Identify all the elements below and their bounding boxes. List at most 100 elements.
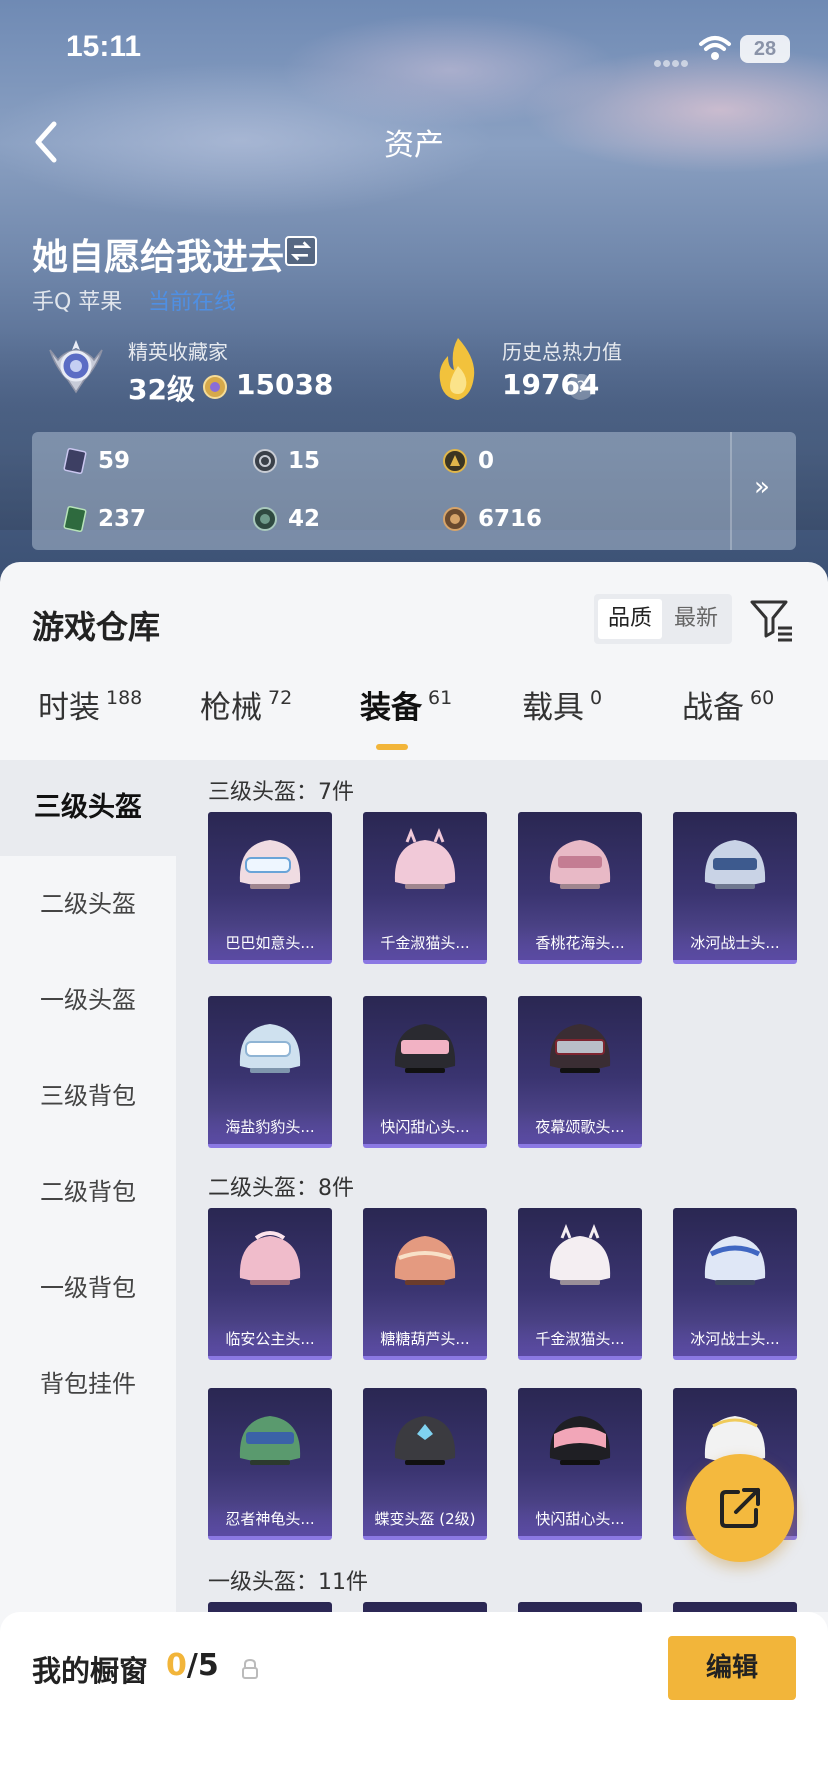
item-name: 临安公主头... <box>208 1322 332 1356</box>
resource-value: 237 <box>98 506 147 532</box>
item-card[interactable]: 快闪甜心头... <box>363 996 487 1148</box>
helmet-icon <box>549 1416 611 1465</box>
tab-count: 61 <box>428 687 453 709</box>
item-card[interactable]: 夜幕颂歌头... <box>518 996 642 1148</box>
gray-ring-coin-icon <box>253 449 277 473</box>
sidebar-item-lvl3-backpack[interactable]: 三级背包 <box>0 1048 176 1144</box>
active-tab-indicator <box>376 744 408 750</box>
item-card[interactable]: 临安公主头... <box>208 1208 332 1360</box>
item-name: 海盐豹豹头... <box>208 1110 332 1144</box>
item-name: 快闪甜心头... <box>363 1110 487 1144</box>
green-orb-icon <box>253 507 277 531</box>
resource-value: 6716 <box>478 506 543 532</box>
flame-icon <box>439 338 475 400</box>
help-icon[interactable]: ? <box>568 374 594 400</box>
sort-toggle: 品质 最新 <box>594 594 732 644</box>
showcase-total: /5 <box>186 1648 219 1683</box>
lock-icon <box>242 1658 258 1679</box>
helmet-icon <box>549 1224 611 1285</box>
helmet-icon <box>394 828 456 889</box>
item-card[interactable]: 冰河战士头... <box>673 1208 797 1360</box>
green-card-icon <box>63 506 87 532</box>
item-card[interactable] <box>208 1602 332 1612</box>
helmet-icon <box>239 840 301 889</box>
item-name: 巴巴如意头... <box>208 926 332 960</box>
item-card[interactable]: 忍者神龟头... <box>208 1388 332 1540</box>
sidebar-item-lvl2-backpack[interactable]: 二级背包 <box>0 1144 176 1240</box>
sidebar-item-lvl1-helmet[interactable]: 一级头盔 <box>0 952 176 1048</box>
helmet-icon <box>239 1024 301 1073</box>
rank-coins: 15038 <box>236 368 334 401</box>
sidebar-item-lvl2-helmet[interactable]: 二级头盔 <box>0 856 176 952</box>
section-title-lvl3: 三级头盔：7件 <box>208 780 354 805</box>
item-card[interactable] <box>518 1602 642 1612</box>
sort-quality-button[interactable]: 品质 <box>598 599 662 639</box>
tab-label: 装备 <box>360 690 422 726</box>
item-name: 冰河战士头... <box>673 1322 797 1356</box>
tab-supplies[interactable]: 战备 60 <box>682 682 774 752</box>
resource-more-button[interactable]: » <box>732 432 796 550</box>
item-name: 千金淑猫头... <box>363 926 487 960</box>
tab-equipment[interactable]: 装备 61 <box>360 682 452 752</box>
tab-count: 0 <box>590 687 603 709</box>
gold-ring-coin-icon <box>443 449 467 473</box>
helmet-icon <box>704 1236 766 1285</box>
tab-count: 72 <box>268 687 293 709</box>
rank-title: 精英收藏家 <box>128 340 228 364</box>
item-name: 蝶变头盔 (2级) <box>363 1502 487 1536</box>
item-card[interactable]: 冰河战士头... <box>673 812 797 964</box>
item-card[interactable]: 千金淑猫头... <box>363 812 487 964</box>
section-title-lvl1: 一级头盔：11件 <box>208 1570 368 1595</box>
edit-button[interactable]: 编辑 <box>668 1636 796 1700</box>
rank-badge-icon <box>49 340 103 394</box>
item-card[interactable]: 糖糖葫芦头... <box>363 1208 487 1360</box>
helmet-icon <box>239 1416 301 1465</box>
tab-fashion[interactable]: 时装 188 <box>38 682 142 752</box>
battery-indicator: 28 <box>740 35 790 63</box>
helmet-icon <box>239 1231 301 1285</box>
helmet-icon <box>704 840 766 889</box>
warehouse-sheet: 游戏仓库 品质 最新 时装 188 枪械 72 装备 61 载具 0 战备 60 三级头盔… <box>0 562 828 1792</box>
item-card[interactable]: 蝶变头盔 (2级) <box>363 1388 487 1540</box>
switch-account-icon[interactable] <box>285 236 317 266</box>
item-name: 香桃花海头... <box>518 926 642 960</box>
sidebar-item-lvl3-helmet[interactable]: 三级头盔 <box>0 760 176 856</box>
helmet-icon <box>394 1236 456 1285</box>
share-export-button[interactable] <box>686 1454 794 1562</box>
helmet-icon <box>394 1024 456 1073</box>
warehouse-title: 游戏仓库 <box>32 608 161 646</box>
heat-title: 历史总热力值 <box>502 340 622 364</box>
user-name: 她自愿给我进去 <box>32 237 285 278</box>
resource-panel: 59 15 0 237 42 6716 » <box>32 432 796 550</box>
tab-label: 时装 <box>38 690 100 726</box>
resource-value: 59 <box>98 448 131 474</box>
resource-value: 42 <box>288 506 321 532</box>
item-card[interactable] <box>363 1602 487 1612</box>
showcase-count: 0/5 <box>166 1648 219 1683</box>
export-icon <box>720 1488 760 1528</box>
item-card[interactable]: 快闪甜心头... <box>518 1388 642 1540</box>
item-card[interactable] <box>673 1602 797 1612</box>
tab-weapons[interactable]: 枪械 72 <box>200 682 292 752</box>
showcase-title: 我的橱窗 <box>32 1654 149 1688</box>
item-card[interactable]: 巴巴如意头... <box>208 812 332 964</box>
item-card[interactable]: 海盐豹豹头... <box>208 996 332 1148</box>
tab-count: 188 <box>106 687 143 709</box>
item-name: 糖糖葫芦头... <box>363 1322 487 1356</box>
item-card[interactable]: 香桃花海头... <box>518 812 642 964</box>
online-status: 当前在线 <box>148 290 237 315</box>
sidebar-item-lvl1-backpack[interactable]: 一级背包 <box>0 1240 176 1336</box>
item-name: 忍者神龟头... <box>208 1502 332 1536</box>
item-card[interactable]: 千金淑猫头... <box>518 1208 642 1360</box>
sort-newest-button[interactable]: 最新 <box>664 599 728 639</box>
sidebar-item-backpack-charm[interactable]: 背包挂件 <box>0 1336 176 1432</box>
status-bar: 15:11 28 <box>0 0 828 100</box>
double-chevron-icon: » <box>754 472 770 502</box>
tab-vehicles[interactable]: 载具 0 <box>522 682 602 752</box>
resource-value: 0 <box>478 448 495 474</box>
resource-value: 15 <box>288 448 321 474</box>
page-title: 资产 <box>384 128 444 163</box>
bronze-coin-icon <box>443 507 467 531</box>
signal-icon <box>654 52 690 67</box>
filter-icon[interactable] <box>748 596 794 642</box>
